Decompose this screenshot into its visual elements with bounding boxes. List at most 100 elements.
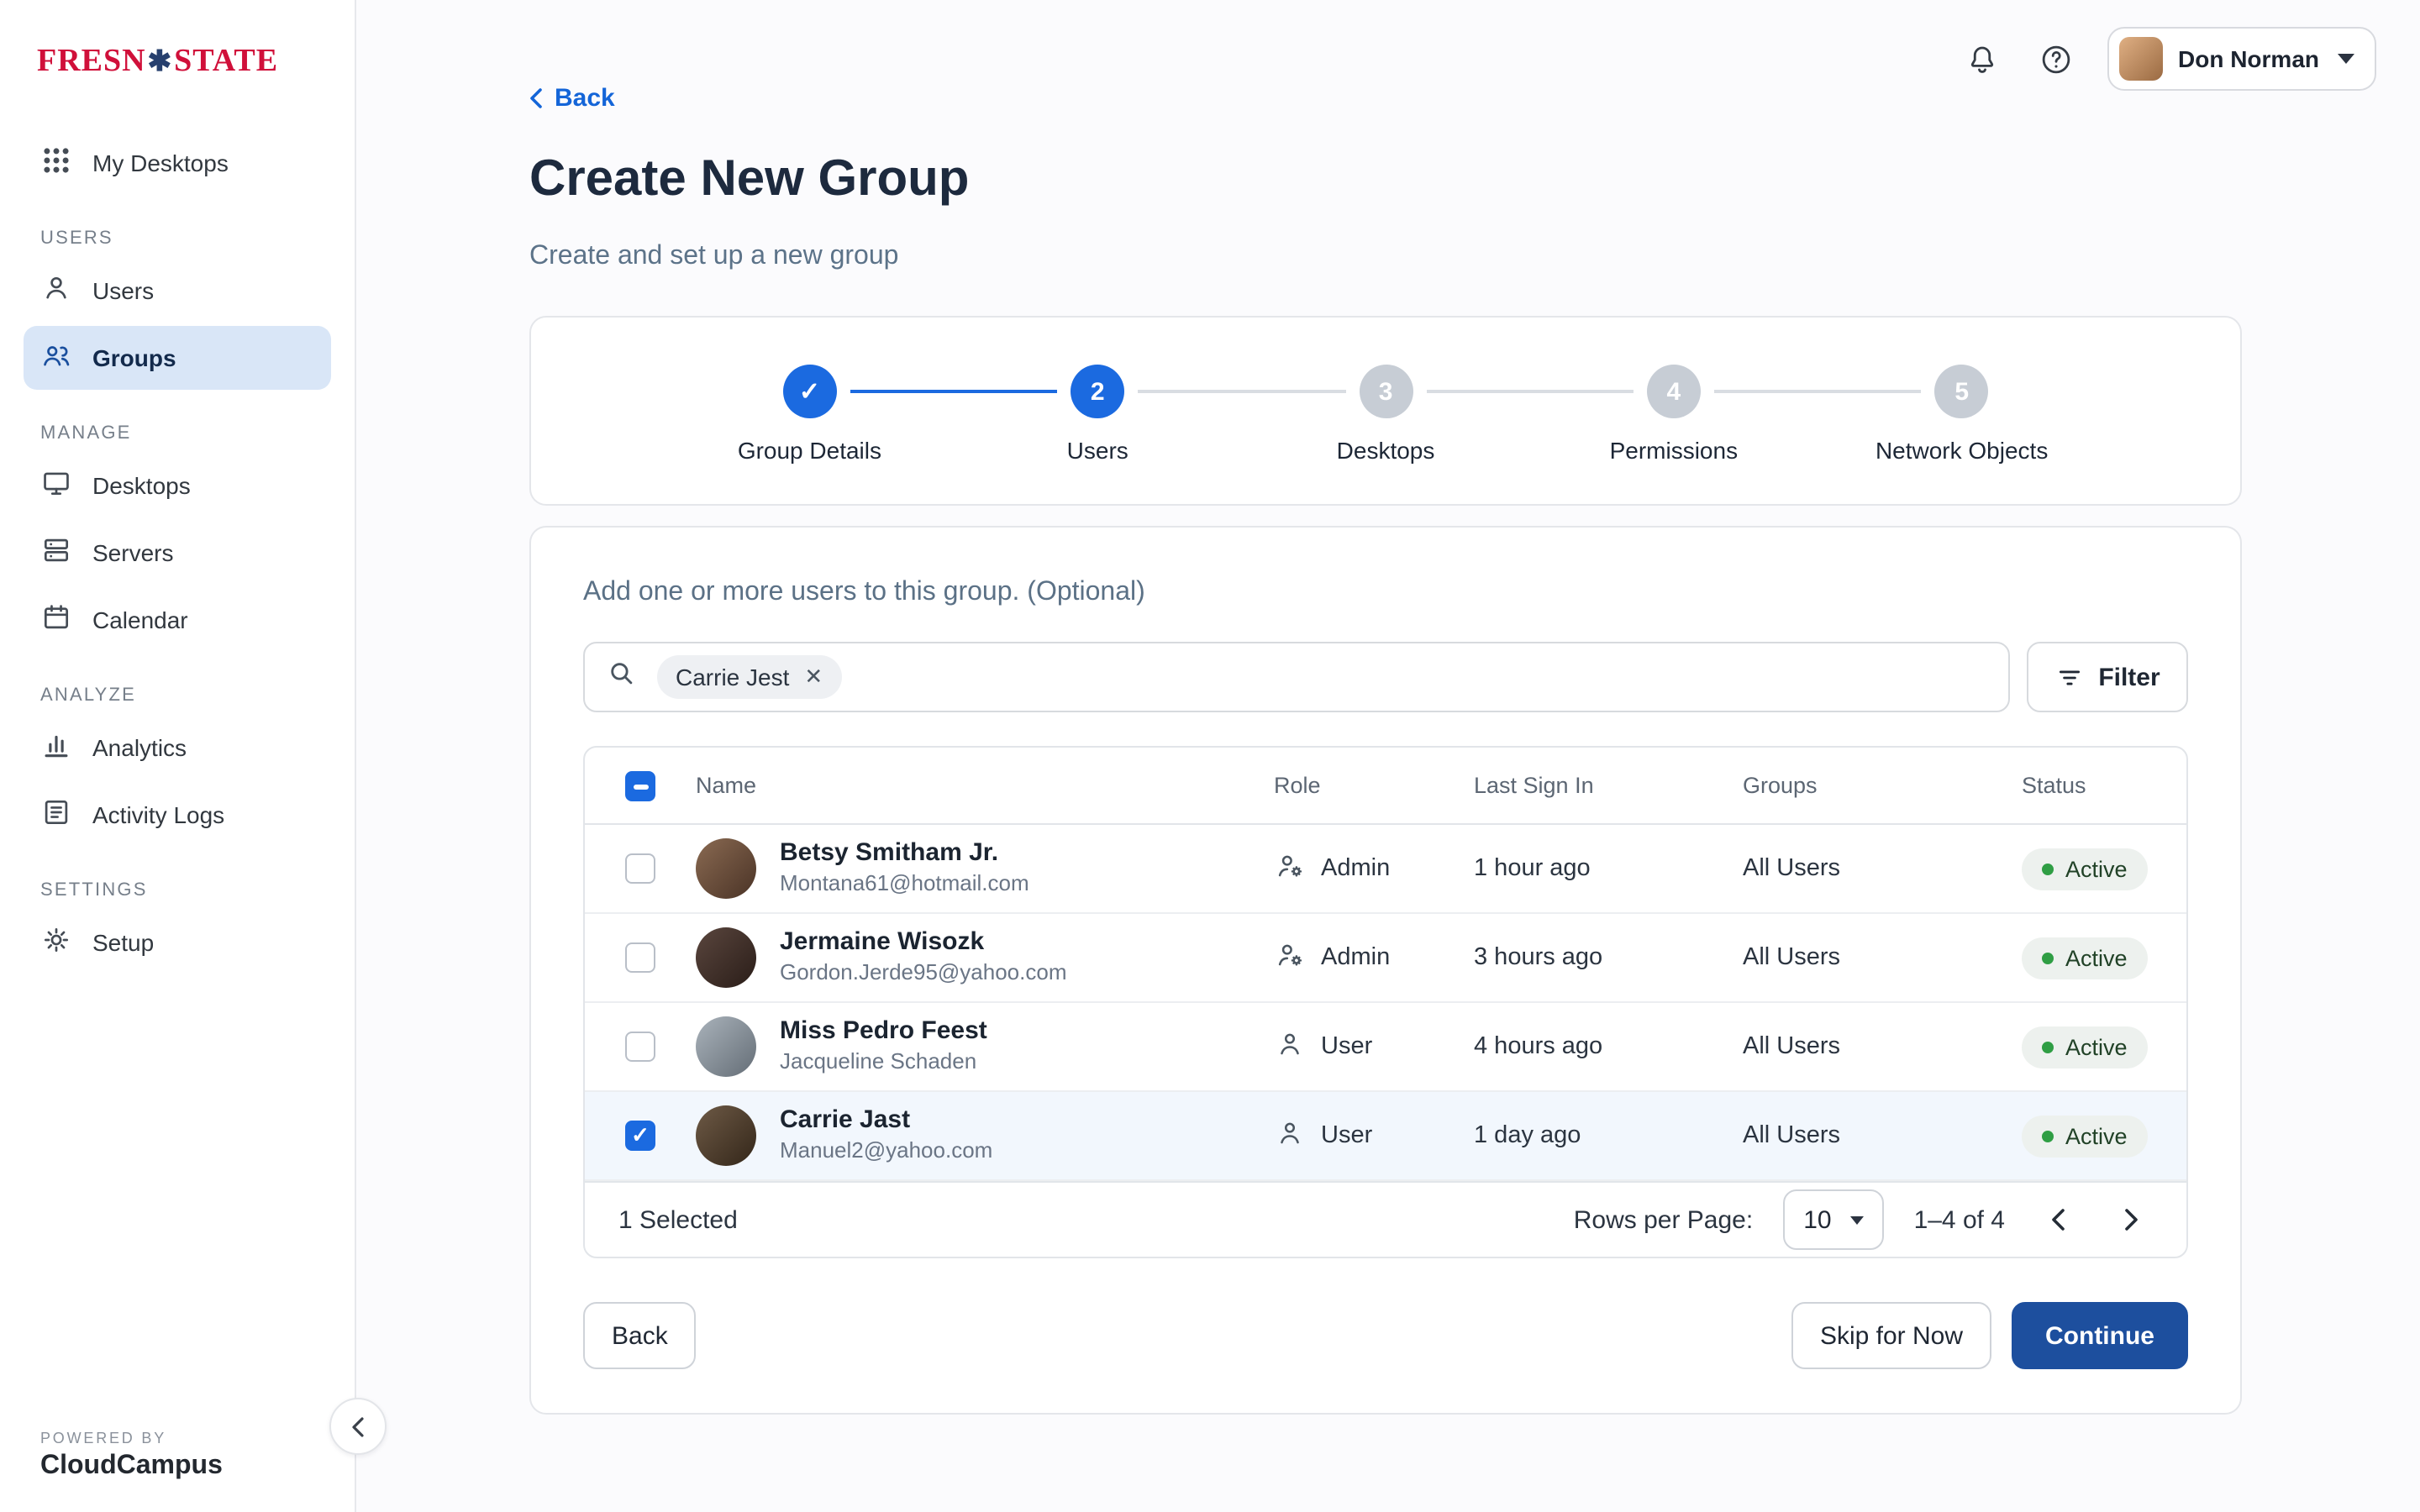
groups-value: All Users [1743, 1122, 2022, 1149]
search-filter-chip: Carrie Jest ✕ [657, 655, 841, 699]
wizard-stepper: ✓ Group Details 2 Users 3 Desktops 4 Per… [666, 365, 2106, 464]
sidebar-section-users: USERS [40, 228, 314, 249]
chevron-down-icon [1850, 1215, 1864, 1224]
chip-remove-icon[interactable]: ✕ [804, 664, 823, 690]
bar-chart-icon [40, 729, 72, 766]
sidebar-item-groups[interactable]: Groups [24, 326, 331, 390]
row-checkbox[interactable] [625, 1121, 655, 1151]
sidebar-item-calendar[interactable]: Calendar [24, 588, 331, 652]
step-3-circle: 3 [1359, 365, 1413, 418]
step-group-details[interactable]: ✓ Group Details [666, 365, 954, 464]
chip-label: Carrie Jest [676, 664, 789, 690]
avatar [696, 838, 756, 899]
column-header-last-sign-in: Last Sign In [1474, 773, 1743, 798]
admin-role-icon [1274, 849, 1306, 888]
pagination-prev-button[interactable] [2035, 1198, 2079, 1242]
step-1-label: Group Details [738, 437, 881, 464]
sidebar-section-analyze: ANALYZE [40, 685, 314, 706]
avatar [696, 1016, 756, 1077]
wizard-stepper-card: ✓ Group Details 2 Users 3 Desktops 4 Per… [529, 316, 2242, 506]
sidebar-item-label: Desktops [92, 472, 191, 499]
step-permissions: 4 Permissions [1529, 365, 1818, 464]
back-button[interactable]: Back [583, 1302, 697, 1369]
role-label: Admin [1321, 855, 1390, 882]
select-all-checkbox[interactable] [625, 770, 655, 801]
admin-role-icon [1274, 938, 1306, 977]
gear-icon [40, 924, 72, 961]
status-badge: Active [2022, 1026, 2148, 1068]
role-label: User [1321, 1033, 1372, 1060]
sidebar-collapse-button[interactable] [329, 1398, 387, 1455]
rows-per-page-select[interactable]: 10 [1783, 1189, 1883, 1250]
status-dot-icon [2042, 1130, 2054, 1142]
user-email: Gordon.Jerde95@yahoo.com [780, 959, 1067, 988]
add-users-panel: Add one or more users to this group. (Op… [529, 526, 2242, 1415]
table-row[interactable]: Miss Pedro Feest Jacqueline Schaden User… [585, 1003, 2186, 1092]
fresno-state-logo: FRESN✱STATE [24, 44, 331, 81]
status-dot-icon [2042, 1041, 2054, 1053]
row-checkbox[interactable] [625, 853, 655, 884]
role-label: User [1321, 1122, 1372, 1149]
powered-by-label: POWERED BY [40, 1430, 223, 1446]
step-3-label: Desktops [1337, 437, 1435, 464]
table-row[interactable]: Jermaine Wisozk Gordon.Jerde95@yahoo.com… [585, 914, 2186, 1003]
activity-log-icon [40, 796, 72, 833]
sidebar: FRESN✱STATE My Desktops USERS [0, 0, 356, 1512]
sidebar-item-activity-logs[interactable]: Activity Logs [24, 783, 331, 847]
pagination-next-button[interactable] [2109, 1198, 2153, 1242]
row-checkbox[interactable] [625, 942, 655, 973]
status-badge: Active [2022, 1115, 2148, 1157]
sidebar-item-desktops[interactable]: Desktops [24, 454, 331, 517]
filter-button[interactable]: Filter [2027, 642, 2188, 712]
user-name: Betsy Smitham Jr. [780, 839, 1029, 871]
step-network-objects: 5 Network Objects [1818, 365, 2106, 464]
powered-by: POWERED BY CloudCampus [40, 1430, 223, 1482]
sidebar-item-users[interactable]: Users [24, 259, 331, 323]
page-title: Create New Group [529, 151, 2242, 208]
step-2-label: Users [1067, 437, 1128, 464]
last-sign-in: 1 hour ago [1474, 855, 1743, 882]
sidebar-item-servers[interactable]: Servers [24, 521, 331, 585]
users-table: Name Role Last Sign In Groups Status Bet… [583, 746, 2188, 1258]
continue-button[interactable]: Continue [2012, 1302, 2188, 1369]
step-4-circle: 4 [1647, 365, 1701, 418]
step-5-circle: 5 [1935, 365, 1989, 418]
status-dot-icon [2042, 952, 2054, 963]
table-row[interactable]: Betsy Smitham Jr. Montana61@hotmail.com … [585, 825, 2186, 914]
user-name: Miss Pedro Feest [780, 1017, 987, 1049]
sidebar-item-label: Analytics [92, 734, 187, 761]
user-role-icon [1274, 1116, 1306, 1155]
filter-icon [2054, 663, 2083, 691]
groups-value: All Users [1743, 855, 2022, 882]
last-sign-in: 4 hours ago [1474, 1033, 1743, 1060]
table-footer: 1 Selected Rows per Page: 10 1–4 of 4 [585, 1181, 2186, 1257]
grid-icon [40, 144, 72, 181]
step-users[interactable]: 2 Users [954, 365, 1242, 464]
main-content: Back Create New Group Create and set up … [356, 0, 2420, 1512]
status-badge: Active [2022, 848, 2148, 890]
selected-count: 1 Selected [618, 1205, 738, 1234]
sidebar-item-analytics[interactable]: Analytics [24, 716, 331, 780]
user-name: Carrie Jast [780, 1106, 992, 1138]
table-row[interactable]: Carrie Jast Manuel2@yahoo.com User 1 day… [585, 1092, 2186, 1181]
back-link[interactable]: Back [529, 84, 615, 113]
step-4-label: Permissions [1610, 437, 1739, 464]
column-header-status: Status [2022, 773, 2186, 798]
avatar [696, 927, 756, 988]
search-icon [605, 657, 637, 697]
sidebar-item-label: Groups [92, 344, 176, 371]
sidebar-item-label: Calendar [92, 606, 188, 633]
skip-for-now-button[interactable]: Skip for Now [1791, 1302, 1991, 1369]
sidebar-nav: My Desktops USERS Users Groups [24, 131, 331, 974]
status-badge: Active [2022, 937, 2148, 979]
user-email: Manuel2@yahoo.com [780, 1137, 992, 1166]
step-2-circle: 2 [1071, 365, 1124, 418]
pagination-range: 1–4 of 4 [1914, 1205, 2005, 1234]
column-header-groups: Groups [1743, 773, 2022, 798]
step-5-label: Network Objects [1876, 437, 2048, 464]
sidebar-item-my-desktops[interactable]: My Desktops [24, 131, 331, 195]
user-icon [40, 272, 72, 309]
sidebar-item-setup[interactable]: Setup [24, 911, 331, 974]
row-checkbox[interactable] [625, 1032, 655, 1062]
user-search-input[interactable]: Carrie Jest ✕ [583, 642, 2010, 712]
